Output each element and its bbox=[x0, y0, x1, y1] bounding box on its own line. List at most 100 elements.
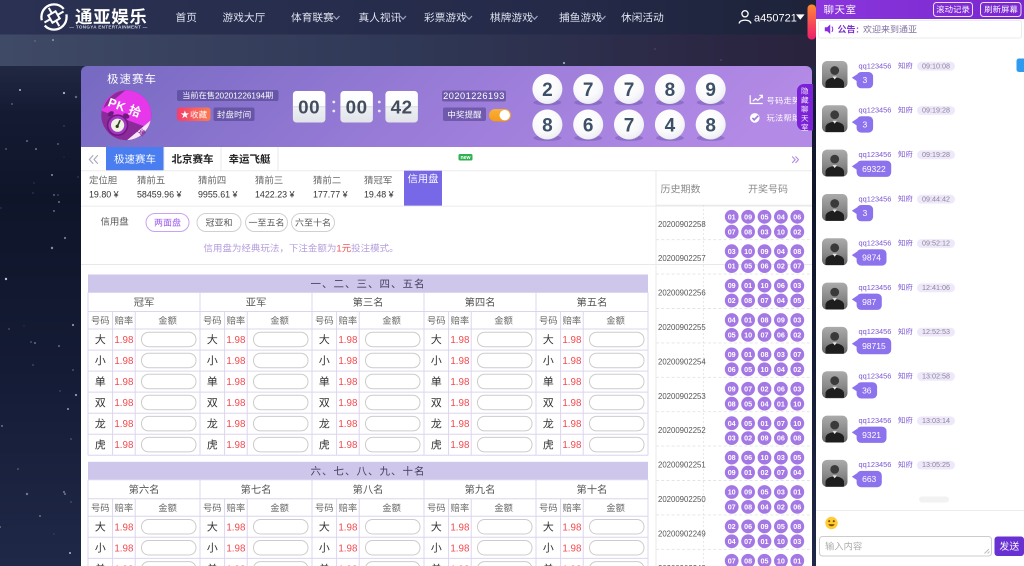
svg-text:13:03:14: 13:03:14 bbox=[922, 416, 950, 425]
svg-text:1.98: 1.98 bbox=[114, 356, 134, 367]
svg-text:1.98: 1.98 bbox=[226, 440, 246, 451]
svg-text:01: 01 bbox=[728, 262, 736, 271]
svg-text:09:10:08: 09:10:08 bbox=[922, 61, 950, 70]
svg-text:09: 09 bbox=[744, 212, 752, 221]
svg-text:1.98: 1.98 bbox=[338, 335, 358, 346]
svg-text:qq123456: qq123456 bbox=[859, 150, 892, 159]
svg-text:02: 02 bbox=[728, 296, 736, 305]
svg-text:20200902249: 20200902249 bbox=[658, 529, 706, 538]
svg-text:09: 09 bbox=[761, 522, 769, 531]
svg-text:09:44:42: 09:44:42 bbox=[922, 194, 950, 203]
svg-text:1.98: 1.98 bbox=[114, 522, 134, 533]
svg-text:1.98: 1.98 bbox=[450, 522, 470, 533]
svg-text:20201226194: 20201226194 bbox=[215, 91, 266, 100]
svg-text:06: 06 bbox=[777, 281, 785, 290]
svg-text:98715: 98715 bbox=[862, 341, 886, 351]
svg-text:1: 1 bbox=[336, 244, 341, 255]
svg-text:04: 04 bbox=[777, 365, 785, 374]
svg-text:02: 02 bbox=[777, 262, 785, 271]
svg-text:04: 04 bbox=[777, 296, 785, 305]
svg-text:7: 7 bbox=[624, 115, 635, 136]
svg-text:qq123456: qq123456 bbox=[859, 327, 892, 336]
svg-text:7: 7 bbox=[624, 80, 635, 101]
svg-text:01: 01 bbox=[728, 212, 736, 221]
svg-text:07: 07 bbox=[777, 419, 785, 428]
svg-text:1.98: 1.98 bbox=[114, 335, 134, 346]
svg-text:08: 08 bbox=[793, 434, 801, 443]
svg-text:8: 8 bbox=[542, 115, 553, 136]
svg-text:4: 4 bbox=[665, 115, 676, 136]
svg-text:03: 03 bbox=[777, 453, 785, 462]
svg-text:10: 10 bbox=[744, 247, 752, 256]
svg-text:05: 05 bbox=[793, 453, 801, 462]
svg-text:10: 10 bbox=[744, 331, 752, 340]
svg-text:09: 09 bbox=[728, 468, 736, 477]
svg-text:1.98: 1.98 bbox=[226, 522, 246, 533]
svg-text:09:52:12: 09:52:12 bbox=[922, 239, 950, 248]
svg-text:07: 07 bbox=[728, 556, 736, 565]
svg-text:01: 01 bbox=[744, 316, 752, 325]
svg-text:06: 06 bbox=[793, 212, 801, 221]
svg-text:qq123456: qq123456 bbox=[859, 239, 892, 248]
svg-text:1.98: 1.98 bbox=[562, 543, 582, 554]
svg-text:663: 663 bbox=[862, 474, 876, 484]
svg-text:01: 01 bbox=[761, 537, 769, 546]
svg-text:9955.61 ¥: 9955.61 ¥ bbox=[198, 190, 238, 200]
svg-text:05: 05 bbox=[744, 399, 752, 408]
svg-text:06: 06 bbox=[761, 262, 769, 271]
svg-text:04: 04 bbox=[777, 212, 785, 221]
svg-text:00: 00 bbox=[298, 97, 320, 118]
svg-text:02: 02 bbox=[777, 503, 785, 512]
svg-text:02: 02 bbox=[761, 468, 769, 477]
svg-text:02: 02 bbox=[793, 227, 801, 236]
svg-text:1.98: 1.98 bbox=[338, 440, 358, 451]
svg-text:01: 01 bbox=[744, 350, 752, 359]
svg-text:05: 05 bbox=[744, 365, 752, 374]
svg-text:20200902257: 20200902257 bbox=[658, 254, 706, 263]
svg-text:10: 10 bbox=[761, 453, 769, 462]
svg-text:19.48 ¥: 19.48 ¥ bbox=[364, 190, 394, 200]
svg-text:8: 8 bbox=[665, 80, 676, 101]
svg-text:1.98: 1.98 bbox=[562, 335, 582, 346]
svg-text:20200902256: 20200902256 bbox=[658, 289, 706, 298]
svg-text:03: 03 bbox=[793, 384, 801, 393]
svg-text:20200902258: 20200902258 bbox=[658, 220, 706, 229]
svg-text:42: 42 bbox=[391, 97, 413, 118]
svg-text:07: 07 bbox=[728, 503, 736, 512]
svg-text:1422.23 ¥: 1422.23 ¥ bbox=[255, 190, 295, 200]
svg-text:06: 06 bbox=[777, 434, 785, 443]
svg-text:— TONGYA ENTERTAINMENT —: — TONGYA ENTERTAINMENT — bbox=[69, 25, 147, 30]
svg-text:8: 8 bbox=[705, 115, 716, 136]
svg-text:02: 02 bbox=[744, 434, 752, 443]
svg-text:07: 07 bbox=[793, 350, 801, 359]
svg-text:9321: 9321 bbox=[862, 430, 881, 440]
svg-text:177.77 ¥: 177.77 ¥ bbox=[313, 190, 348, 200]
svg-text:69322: 69322 bbox=[862, 164, 886, 174]
svg-text:06: 06 bbox=[793, 503, 801, 512]
svg-text:04: 04 bbox=[728, 419, 736, 428]
svg-text:02: 02 bbox=[793, 331, 801, 340]
svg-text:08: 08 bbox=[744, 296, 752, 305]
svg-text:1.98: 1.98 bbox=[562, 356, 582, 367]
svg-text:1.98: 1.98 bbox=[338, 377, 358, 388]
svg-text:20200902255: 20200902255 bbox=[658, 323, 706, 332]
svg-text:09: 09 bbox=[728, 281, 736, 290]
svg-text:03: 03 bbox=[793, 537, 801, 546]
svg-text:1.98: 1.98 bbox=[450, 356, 470, 367]
svg-text:12:41:06: 12:41:06 bbox=[922, 283, 950, 292]
svg-text:05: 05 bbox=[744, 419, 752, 428]
svg-text:13:02:58: 13:02:58 bbox=[922, 372, 950, 381]
svg-text:09: 09 bbox=[728, 350, 736, 359]
svg-text:10: 10 bbox=[777, 537, 785, 546]
svg-text:04: 04 bbox=[761, 399, 769, 408]
svg-text:07: 07 bbox=[793, 262, 801, 271]
svg-text:08: 08 bbox=[744, 556, 752, 565]
svg-text:08: 08 bbox=[728, 453, 736, 462]
svg-text:10: 10 bbox=[793, 399, 801, 408]
svg-text:08: 08 bbox=[744, 503, 752, 512]
svg-text:04: 04 bbox=[728, 537, 736, 546]
svg-text:20200902251: 20200902251 bbox=[658, 461, 706, 470]
svg-text:1.98: 1.98 bbox=[114, 377, 134, 388]
svg-text:09:19:28: 09:19:28 bbox=[922, 150, 950, 159]
svg-text:1.98: 1.98 bbox=[338, 543, 358, 554]
